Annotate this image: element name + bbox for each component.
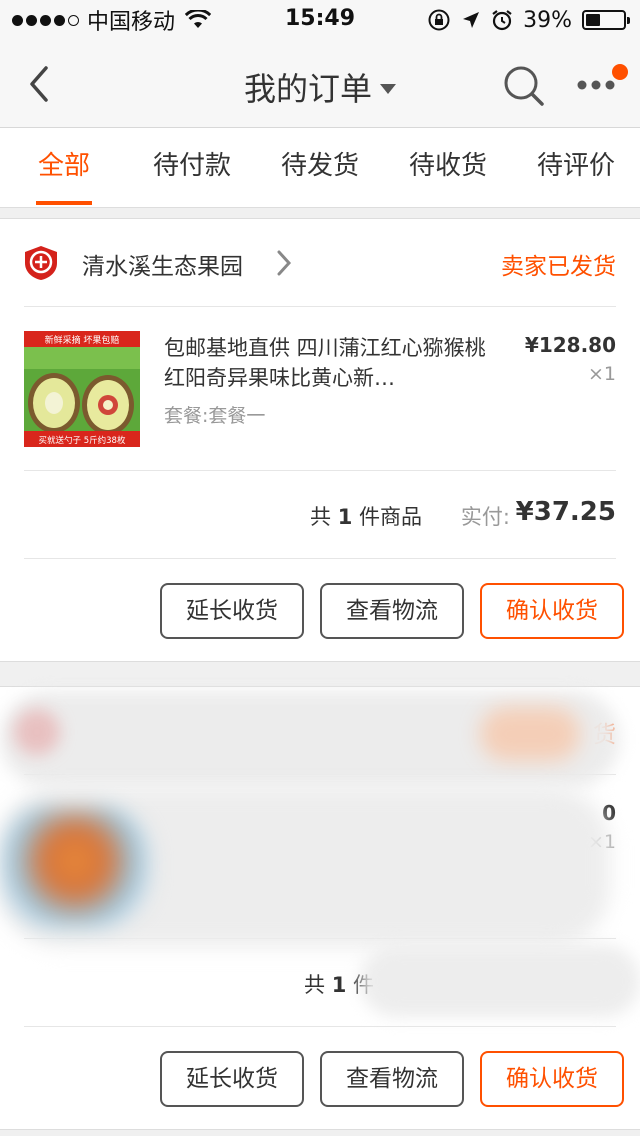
view-logistics-button[interactable]: 查看物流 [320, 583, 464, 639]
order-card: 清水溪生态果园 卖家已发货 新鲜采摘 坏果包赔 买就送勺子 5斤约38枚 包邮基… [0, 218, 640, 662]
item-count: 共 1 件商品 [310, 505, 422, 529]
privacy-blur [14, 709, 60, 755]
page-title: 我的订单 [243, 70, 372, 108]
product-sku: 套餐:套餐一 [164, 405, 266, 427]
status-bar-right: 39% [427, 6, 630, 34]
order-item[interactable]: 新鲜采摘 坏果包赔 买就送勺子 5斤约38枚 包邮基地直供 四川蒲江红心猕猴桃 … [24, 307, 616, 471]
tab-pending-payment[interactable]: 待付款 [128, 128, 256, 207]
product-quantity: ×1 [587, 363, 616, 385]
tab-pending-receipt[interactable]: 待收货 [384, 128, 512, 207]
tab-pending-shipment[interactable]: 待发货 [256, 128, 384, 207]
alarm-icon [492, 10, 512, 31]
order-tabs: 全部 待付款 待发货 待收货 待评价 [0, 128, 640, 208]
view-logistics-button[interactable]: 查看物流 [320, 1051, 464, 1107]
order-status: 卖家已发货 [501, 254, 616, 280]
thumbnail-bottom-text: 买就送勺子 5斤约38枚 [39, 435, 126, 446]
battery-icon [582, 10, 630, 30]
shop-logo-icon [25, 246, 57, 280]
privacy-blur [360, 945, 640, 1017]
privacy-blur [0, 807, 150, 927]
battery-level [586, 14, 601, 26]
battery-percent: 39% [523, 7, 572, 33]
order-actions: 延长收货 查看物流 确认收货 [0, 559, 640, 663]
order-card: 货 0 ×1 共 1 件 延长收货 查看物流 确认收货 [0, 686, 640, 1130]
confirm-receipt-button[interactable]: 确认收货 [480, 1051, 624, 1107]
shop-header[interactable]: 清水溪生态果园 卖家已发货 [24, 219, 616, 307]
chevron-right-icon [277, 250, 292, 276]
extend-receipt-button[interactable]: 延长收货 [160, 583, 304, 639]
privacy-blur [480, 707, 580, 761]
status-bar: 中国移动 15:49 39% [0, 0, 640, 40]
tab-pending-review[interactable]: 待评价 [512, 128, 640, 207]
thumbnail-top-text: 新鲜采摘 坏果包赔 [45, 334, 120, 346]
shop-name: 清水溪生态果园 [82, 254, 243, 280]
confirm-receipt-button[interactable]: 确认收货 [480, 583, 624, 639]
order-total: 共 1 件商品 实付: ¥37.25 [24, 471, 616, 559]
notification-dot [612, 64, 628, 80]
search-icon[interactable] [502, 64, 546, 108]
paid-label: 实付: [460, 505, 510, 529]
chevron-down-icon [380, 84, 396, 94]
rotation-lock-icon [428, 9, 450, 31]
product-price: ¥128.80 [524, 333, 616, 357]
product-title: 包邮基地直供 四川蒲江红心猕猴桃 红阳奇异果味比黄心新… [164, 336, 486, 390]
product-thumbnail: 新鲜采摘 坏果包赔 买就送勺子 5斤约38枚 [24, 331, 140, 447]
paid-amount: ¥37.25 [515, 497, 616, 527]
extend-receipt-button[interactable]: 延长收货 [160, 1051, 304, 1107]
tab-all[interactable]: 全部 [0, 128, 128, 207]
nav-bar: 我的订单 [0, 40, 640, 128]
order-actions: 延长收货 查看物流 确认收货 [0, 1027, 640, 1131]
location-arrow-icon [463, 12, 480, 28]
